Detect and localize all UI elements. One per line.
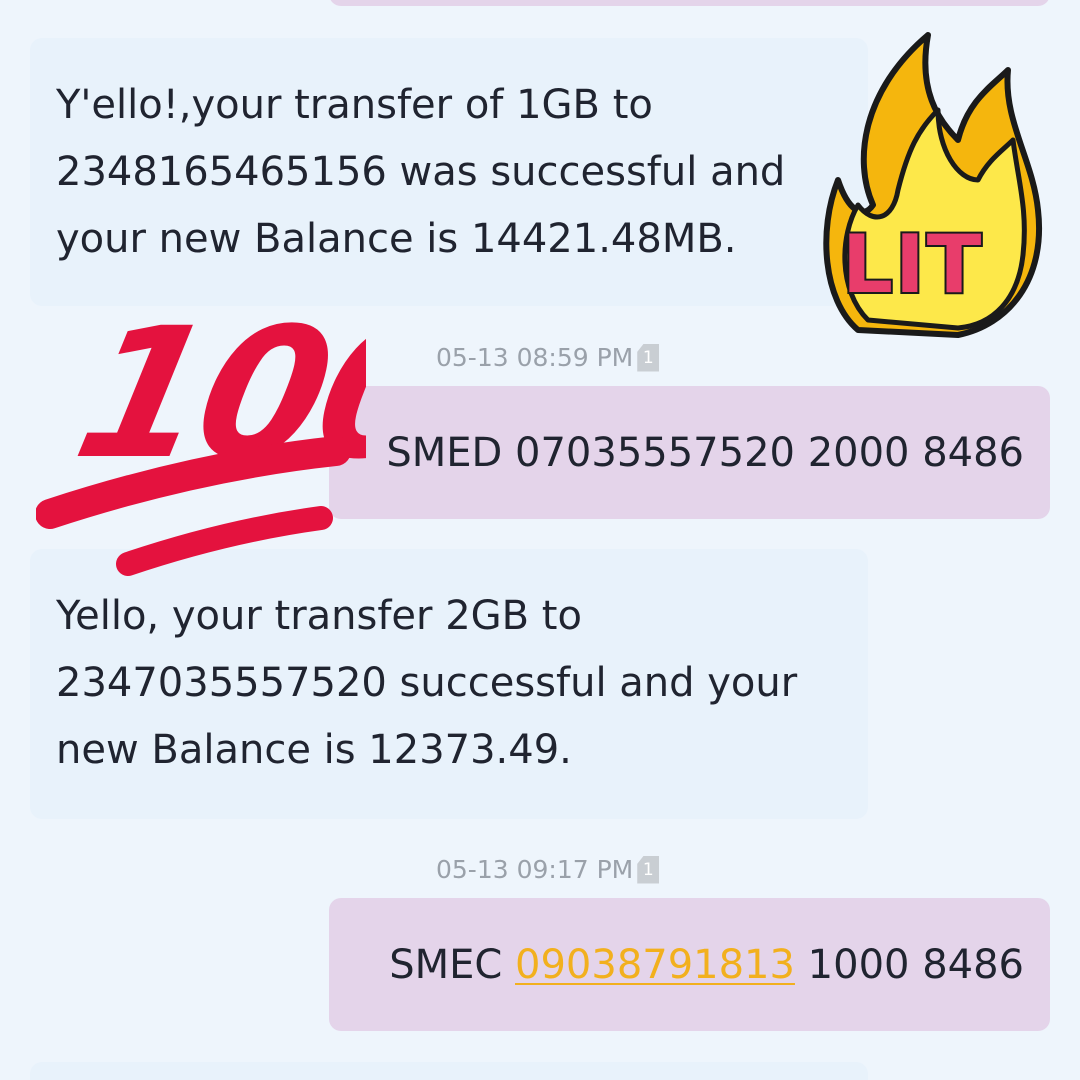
message-timestamp: 05-13 09:17 PM 1 (436, 855, 660, 884)
message-line: Y'ello!,your transfer of 1GB to (56, 82, 653, 128)
sim-card-icon: 1 (637, 343, 660, 372)
message-text: SMED 07035557520 2000 8486 (386, 429, 1024, 476)
message-bubble-incoming[interactable]: Y'ello!,your transfer of 1GB to 23481654… (30, 38, 868, 306)
message-timestamp: 05-13 08:59 PM 1 (436, 343, 660, 372)
message-text: SMEC 09038791813 1000 8486 (389, 942, 1024, 988)
hundred-points-icon: 100 (36, 289, 366, 576)
timestamp-text: 05-13 08:59 PM (436, 343, 634, 372)
message-bubble-outgoing-partial[interactable] (329, 0, 1050, 6)
timestamp-text: 05-13 09:17 PM (436, 855, 634, 884)
message-bubble-outgoing[interactable]: SMED 07035557520 2000 8486 (329, 386, 1050, 519)
message-line: Yello, your transfer 2GB to (56, 593, 582, 639)
message-bubble-outgoing[interactable]: SMEC 09038791813 1000 8486 (329, 898, 1050, 1031)
message-line: 2348165465156 was successful and (56, 149, 786, 195)
conversation-screen: Y'ello!,your transfer of 1GB to 23481654… (0, 0, 1080, 1080)
message-line: 2347035557520 successful and your (56, 660, 798, 706)
message-text-prefix: SMEC (389, 941, 516, 988)
lit-fire-icon: LIT (823, 32, 1043, 338)
lit-sticker-text: LIT (842, 218, 983, 311)
phone-number-link[interactable]: 09038791813 (515, 942, 795, 988)
message-bubble-incoming-partial[interactable] (30, 1062, 868, 1080)
message-line: new Balance is 12373.49. (56, 727, 572, 773)
sim-card-icon: 1 (637, 855, 660, 884)
message-text-suffix: 1000 8486 (794, 941, 1024, 988)
message-line: your new Balance is 14421.48MB. (56, 216, 737, 262)
message-bubble-incoming[interactable]: Yello, your transfer 2GB to 234703555752… (30, 549, 868, 819)
